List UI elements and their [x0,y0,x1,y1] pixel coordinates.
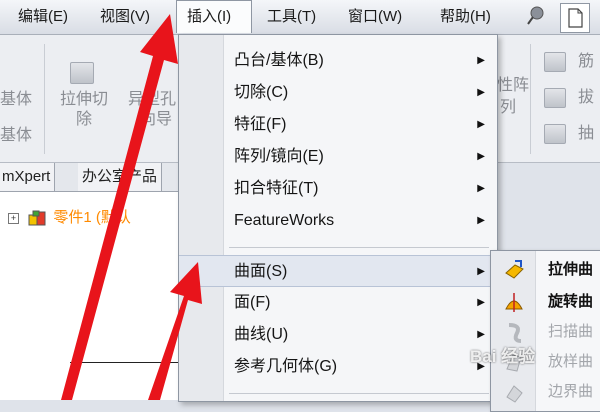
menu-window[interactable]: 窗口(W) [348,0,402,34]
extrude-surface-icon [505,260,524,279]
revolve-surface-icon [505,293,523,312]
submenu-arrow-icon: ▶ [477,266,485,277]
submenu-item-label: 旋转曲 [548,293,594,310]
draft-label[interactable]: 拔 [578,88,594,108]
new-document-icon[interactable] [560,3,590,33]
menu-view[interactable]: 视图(V) [100,0,150,34]
menu-item-label: 扣合特征(T) [234,180,319,197]
shell-icon[interactable] [544,124,566,144]
menu-item-cut[interactable]: 切除(C) ▶ [179,77,497,109]
menu-item-label: 参考几何体(G) [234,358,338,375]
command-tabs: mXpert 办公室产品 [0,163,180,192]
submenu-item-boundary-surface[interactable]: 边界曲 [491,377,600,407]
menu-separator [229,393,489,394]
menu-item-label: 曲面(S) [234,263,288,280]
submenu-arrow-icon: ▶ [477,87,485,98]
menu-help[interactable]: 帮助(H) [440,0,491,34]
submenu-item-label: 扫描曲 [548,323,594,340]
sweep-surface-icon [508,323,522,343]
menu-item-label: 特征(F) [234,116,287,133]
menu-item-label: 阵列/镜向(E) [234,148,324,165]
submenu-item-label: 边界曲 [548,383,594,400]
toolbar-base-label-1: 基体 [0,91,33,108]
surface-submenu: 拉伸曲 旋转曲 扫描曲 放样曲 边界曲 [490,250,600,412]
hole-wizard-label-1[interactable]: 异型孔 [128,90,178,110]
submenu-arrow-icon: ▶ [477,55,485,66]
menu-tools[interactable]: 工具(T) [267,0,316,34]
part-icon [28,210,46,226]
menu-item-surface[interactable]: 曲面(S) ▶ [179,255,497,287]
rib-label[interactable]: 筋 [578,52,594,72]
submenu-arrow-icon: ▶ [477,183,485,194]
tab-mxpert[interactable]: mXpert [0,163,56,191]
submenu-arrow-icon: ▶ [477,215,485,226]
linear-pattern-label-2[interactable]: 列 [500,98,520,118]
hole-wizard-label-2[interactable]: 向导 [140,110,178,130]
menu-item-label: 凸台/基体(B) [234,52,324,69]
submenu-item-extruded-surface[interactable]: 拉伸曲 [491,255,600,285]
extrude-cut-icon[interactable] [70,62,94,84]
dimension-line [70,362,178,363]
submenu-arrow-icon: ▶ [477,297,485,308]
submenu-item-label: 放样曲 [548,353,594,370]
tree-root-part[interactable]: + 零件1 (默认 [8,206,131,227]
submenu-item-label: 拉伸曲 [548,261,594,278]
menu-item-curve[interactable]: 曲线(U) ▶ [179,319,497,351]
menu-item-label: 面(F) [234,294,271,311]
watermark: Bai 经验 [470,347,536,366]
menu-item-pattern-mirror[interactable]: 阵列/镜向(E) ▶ [179,141,497,173]
menu-separator [229,247,489,248]
menu-item-label: 曲线(U) [234,326,289,343]
menu-item-boss-base[interactable]: 凸台/基体(B) ▶ [179,45,497,77]
rib-icon[interactable] [544,52,566,72]
shell-label[interactable]: 抽 [578,124,594,144]
menu-item-fastening-features[interactable]: 扣合特征(T) ▶ [179,173,497,205]
linear-pattern-label-1[interactable]: 性阵 [497,76,537,96]
expand-icon[interactable]: + [8,212,19,224]
pin-icon[interactable] [524,4,548,28]
toolbar-separator [44,44,45,154]
extrude-cut-label-1[interactable]: 拉伸切 [52,90,116,110]
submenu-item-revolved-surface[interactable]: 旋转曲 [491,287,600,317]
tab-office-products[interactable]: 办公室产品 [78,163,163,191]
menu-item-label: 切除(C) [234,84,289,101]
toolbar-separator-right [530,44,531,154]
extrude-cut-label-2[interactable]: 除 [52,110,116,130]
menu-item-features[interactable]: 特征(F) ▶ [179,109,497,141]
submenu-arrow-icon: ▶ [477,119,485,130]
draft-icon[interactable] [544,88,566,108]
menu-item-face[interactable]: 面(F) ▶ [179,287,497,319]
menu-insert[interactable]: 插入(I) [176,0,252,33]
menu-bar: 编辑(E) 视图(V) 插入(I) 工具(T) 窗口(W) 帮助(H) [0,0,600,35]
menu-item-featureworks[interactable]: FeatureWorks ▶ [179,205,497,237]
tree-root-label: 零件1 (默认 [53,209,131,226]
feature-manager-tree: + 零件1 (默认 [0,192,179,400]
menu-item-label: FeatureWorks [234,212,335,229]
submenu-arrow-icon: ▶ [477,151,485,162]
menu-edit[interactable]: 编辑(E) [18,0,68,34]
insert-menu-dropdown: 凸台/基体(B) ▶ 切除(C) ▶ 特征(F) ▶ 阵列/镜向(E) ▶ 扣合… [178,34,498,402]
menu-item-reference-geometry[interactable]: 参考几何体(G) ▶ [179,351,497,383]
toolbar-base-label-2: 基体 [0,127,33,144]
